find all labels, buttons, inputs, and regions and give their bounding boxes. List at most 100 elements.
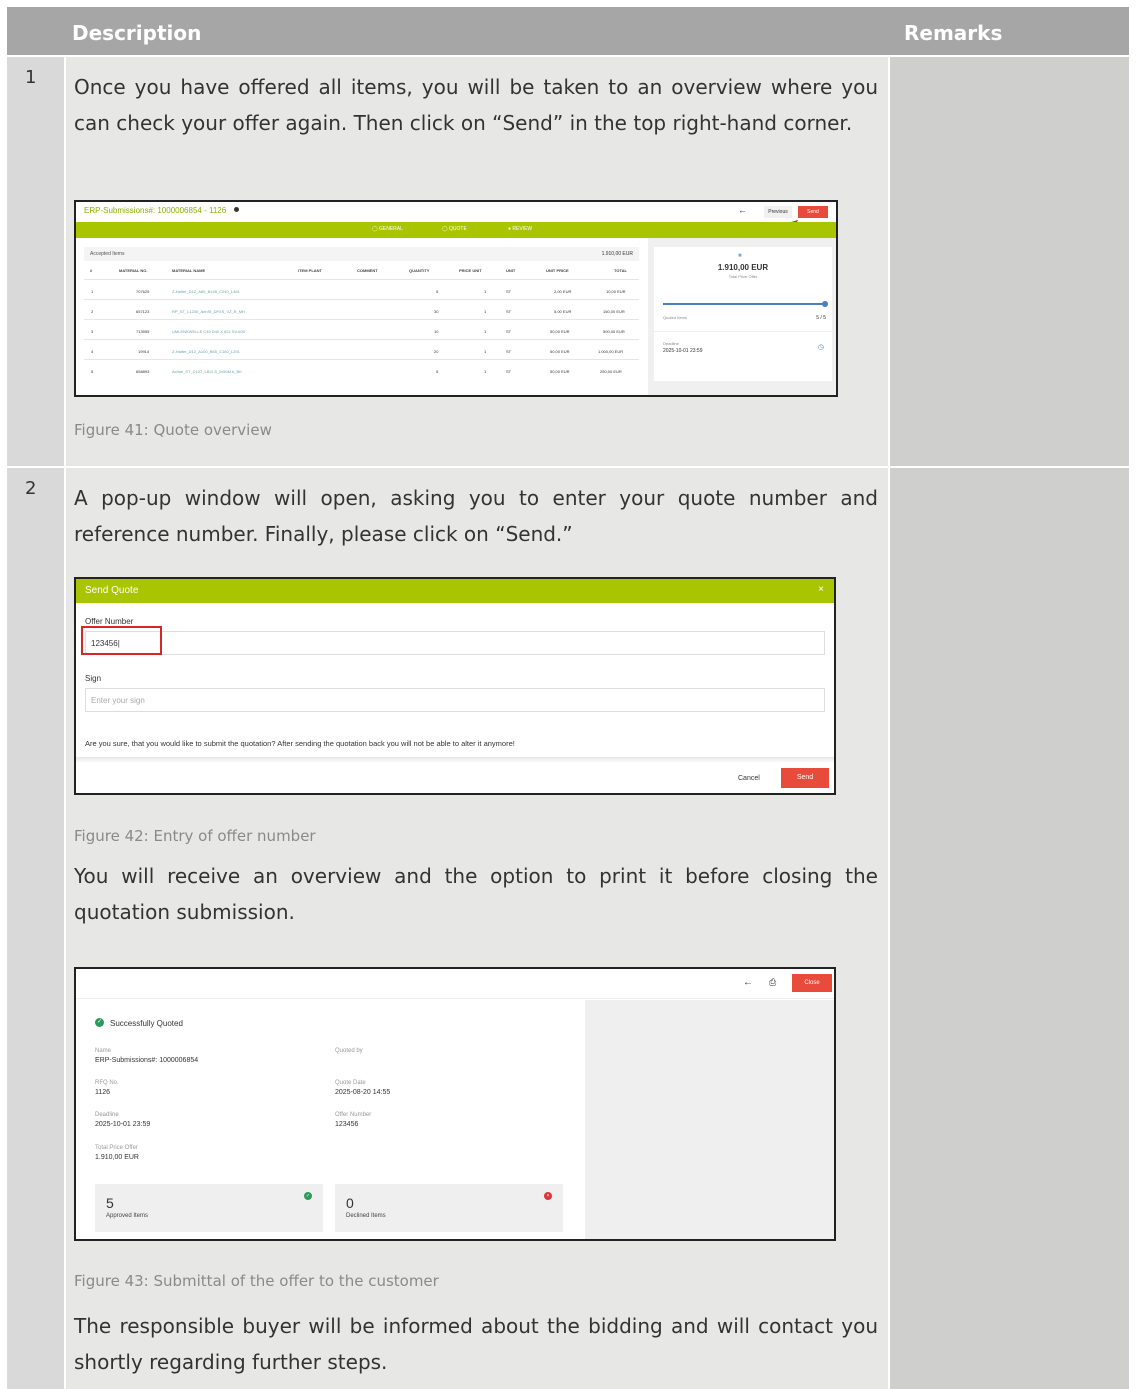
f41-side-panel: ■ 1.910,00 EUR Total Price Offer Quoted …: [648, 238, 836, 395]
cell-index: 2: [91, 309, 94, 314]
cell-unit-price: 50,00 EUR: [550, 349, 570, 354]
row-divider: [84, 339, 639, 340]
step-review[interactable]: ● REVIEW: [508, 226, 532, 232]
row-divider: [84, 299, 639, 300]
f41-summary-card: ■ 1.910,00 EUR Total Price Offer Quoted …: [654, 247, 832, 381]
row-2-description-cell: A pop-up window will open, asking you to…: [66, 468, 888, 1389]
cell-material-name[interactable]: UMLENKWELLE C45 D40 X 622 SV-600: [172, 329, 245, 334]
step-general[interactable]: ◯ GENERAL: [372, 226, 403, 232]
cell-price-unit: 1: [484, 369, 487, 374]
rfq-value: 1126: [95, 1089, 111, 1096]
cell-material-no: 713955: [136, 329, 150, 334]
row-1-number-cell: 1: [7, 57, 64, 466]
status-text: Successfully Quoted: [110, 1019, 183, 1028]
cell-material-name[interactable]: Z-Halter_D12_A100_B65_C160_L291: [172, 349, 240, 354]
f41-title-bar: ERP-Submissions#: 1000006854 - 1126 ← Pr…: [76, 202, 836, 222]
highlight-box: [81, 626, 162, 655]
declined-count: 0: [346, 1195, 354, 1211]
figure-42-send-quote-dialog: Send Quote × Offer Number 123456| Sign E…: [74, 577, 836, 795]
send-button[interactable]: Send: [781, 768, 829, 788]
cell-price-unit: 1: [484, 309, 487, 314]
row-2-text-3: The responsible buyer will be informed a…: [74, 1314, 878, 1374]
cell-index: 3: [91, 329, 94, 334]
row-2-text-2: You will receive an overview and the opt…: [74, 864, 878, 924]
approved-count: 5: [106, 1195, 114, 1211]
declined-label: Declined Items: [346, 1213, 386, 1219]
f41-stepper: ◯ GENERAL ◯ QUOTE ● REVIEW: [76, 222, 836, 238]
col-price-unit: PRICE UNIT: [459, 268, 482, 273]
back-arrow-icon[interactable]: ←: [738, 205, 747, 215]
sign-input[interactable]: Enter your sign: [85, 688, 825, 712]
col-material-name: MATERIAL NAME: [172, 268, 206, 273]
quoted-items-value: 5 / 5: [816, 315, 826, 321]
rfq-label: RFQ No.: [95, 1080, 119, 1086]
divider: [654, 331, 832, 332]
col-material-no: MATERIAL NO.: [119, 268, 148, 273]
cell-material-name[interactable]: RP_ST_L1230_AnhSt_DFXS_VZ_B_MH: [172, 309, 245, 314]
deadline-label: Deadline: [95, 1112, 119, 1118]
row-2-remarks-cell: [890, 468, 1129, 1389]
approved-label: Approved Items: [106, 1213, 149, 1219]
figure-42-caption: Figure 42: Entry of offer number: [74, 827, 316, 845]
side-total: 1.910,00 EUR: [717, 263, 769, 272]
cell-material-no: 657123: [136, 309, 150, 314]
cell-price-unit: 1: [484, 349, 487, 354]
step-quote[interactable]: ◯ QUOTE: [442, 226, 467, 232]
accepted-total: 1.910,00 EUR: [601, 251, 633, 257]
deadline-value: 2025-10-01 23:59: [663, 348, 703, 354]
deadline-label: Deadline: [663, 341, 679, 346]
name-value: ERP-Submissions#: 1000006854: [95, 1057, 199, 1064]
quote-date-label: Quote Date: [335, 1080, 366, 1086]
cell-unit-price: 2,00 EUR: [554, 289, 572, 294]
cell-index: 1: [91, 289, 94, 294]
row-1-text: Once you have offered all items, you wil…: [74, 75, 878, 135]
previous-button[interactable]: Previous: [764, 206, 792, 218]
cell-quantity: 20: [434, 349, 439, 354]
close-icon[interactable]: ×: [818, 584, 824, 595]
quote-date-value: 2025-08-20 14:55: [335, 1089, 391, 1096]
col-index: #: [90, 268, 93, 273]
side-total-label: Total Price Offer: [728, 274, 758, 279]
cancel-button[interactable]: Cancel: [738, 775, 760, 782]
cell-price-unit: 1: [484, 329, 487, 334]
figure-43-caption: Figure 43: Submittal of the offer to the…: [74, 1272, 439, 1290]
total-label: Total Price Offer: [95, 1145, 138, 1151]
cell-total: 1.000,00 EUR: [598, 349, 624, 354]
col-unit: UNIT: [506, 268, 516, 273]
back-arrow-icon[interactable]: ←: [743, 977, 753, 988]
cancel-circle-icon: ×: [544, 1192, 552, 1200]
quoted-items-label: Quoted Items: [663, 315, 688, 320]
approved-items-card: 5 Approved Items ✓: [95, 1184, 323, 1232]
info-icon: [234, 207, 239, 212]
offer-number-input[interactable]: 123456|: [85, 631, 825, 655]
cell-material-name[interactable]: Achse_ST_D107_L812,5_2x50M 6_BK: [172, 369, 242, 374]
cell-unit: ST: [506, 369, 512, 374]
close-button[interactable]: Close: [792, 974, 832, 992]
row-2-text: A pop-up window will open, asking you to…: [74, 486, 878, 546]
f43-side-area: [585, 1000, 834, 1239]
dialog-header: Send Quote ×: [76, 579, 834, 603]
cell-quantity: 10: [434, 329, 439, 334]
col-unit-price: UNIT PRICE: [546, 268, 569, 273]
cell-material-name[interactable]: Z-Halter_D12_A80_B195_C240_L481: [172, 289, 240, 294]
row-number: 2: [25, 478, 37, 499]
cell-total: 250,00 EUR: [600, 369, 622, 374]
accepted-items-bar: Accepted Items 1.910,00 EUR: [84, 247, 639, 261]
header-description: Description: [72, 21, 202, 45]
print-icon[interactable]: ⎙: [769, 977, 776, 988]
row-number: 1: [25, 67, 37, 88]
cell-index: 4: [91, 349, 94, 354]
coins-icon: ■: [738, 253, 742, 259]
cell-unit-price: 50,00 EUR: [550, 329, 570, 334]
row-1-remarks-cell: [890, 57, 1129, 466]
cell-unit-price: 5,00 EUR: [554, 309, 572, 314]
f41-title: ERP-Submissions#: 1000006854 - 1126: [84, 206, 227, 215]
confirm-text: Are you sure, that you would like to sub…: [85, 739, 515, 748]
f43-toolbar: ← ⎙ Close: [76, 969, 834, 999]
cell-quantity: 30: [434, 309, 439, 314]
send-button[interactable]: Send: [798, 206, 828, 218]
cell-total: 10,00 EUR: [606, 289, 626, 294]
dialog-title: Send Quote: [85, 585, 139, 596]
header-remarks: Remarks: [904, 21, 1003, 45]
cell-unit: ST: [506, 349, 512, 354]
